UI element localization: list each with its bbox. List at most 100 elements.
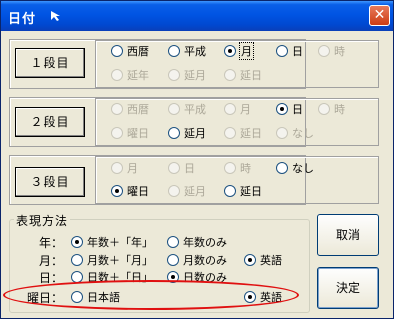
weekday-option-japanese[interactable]: 日本語	[71, 289, 120, 305]
option-label: 年数＋「年」	[87, 236, 153, 249]
year-label: 年：	[39, 236, 64, 250]
radio-icon	[276, 103, 288, 115]
cursor-icon	[51, 11, 60, 21]
radio-icon	[111, 127, 123, 139]
radio-icon	[168, 185, 180, 197]
row-1-label[interactable]: １段目	[15, 48, 85, 78]
year-option-with-suffix[interactable]: 年数＋「年」	[71, 234, 153, 250]
day-option-number-only[interactable]: 日数のみ	[167, 269, 227, 285]
row-3-option-none[interactable]: なし	[276, 160, 314, 176]
radio-icon	[111, 103, 123, 115]
row-2-option-seireki[interactable]: 西暦	[111, 101, 149, 117]
year-option-number-only[interactable]: 年数のみ	[167, 234, 227, 250]
option-label: 月	[127, 162, 138, 175]
radio-icon	[168, 45, 180, 57]
radio-icon	[224, 127, 236, 139]
radio-icon	[71, 291, 83, 303]
option-label: 平成	[184, 45, 206, 58]
row-1-option-en-year[interactable]: 延年	[111, 67, 149, 83]
radio-icon	[224, 185, 236, 197]
radio-icon	[71, 271, 83, 283]
radio-icon	[111, 185, 123, 197]
row-3-option-month[interactable]: 月	[111, 160, 138, 176]
cancel-button[interactable]: 取消	[317, 214, 379, 256]
row-1-option-seireki[interactable]: 西暦	[111, 43, 149, 59]
row-1-option-en-month[interactable]: 延月	[168, 67, 206, 83]
row-2-option-en-day[interactable]: 延日	[224, 125, 262, 141]
row-1-option-month[interactable]: 月	[224, 42, 254, 60]
option-label: なし	[292, 127, 314, 140]
option-label: 英語	[260, 291, 282, 304]
radio-icon	[111, 45, 123, 57]
row-3-option-en-day[interactable]: 延日	[224, 183, 262, 199]
option-label: 月数＋「月」	[87, 254, 153, 267]
row-3-option-en-month[interactable]: 延月	[168, 183, 206, 199]
option-label: 延年	[127, 69, 149, 82]
radio-icon	[318, 103, 330, 115]
option-label: 時	[334, 45, 345, 58]
option-label: 月	[240, 103, 251, 116]
option-label: 曜日	[127, 127, 149, 140]
option-label: 日	[184, 162, 195, 175]
radio-icon	[71, 254, 83, 266]
option-label: 平成	[184, 103, 206, 116]
row-2-option-day[interactable]: 日	[276, 101, 303, 117]
radio-icon	[244, 254, 256, 266]
radio-icon	[224, 45, 236, 57]
row-2-option-hour[interactable]: 時	[318, 101, 345, 117]
weekday-option-english[interactable]: 英語	[244, 289, 282, 305]
day-option-with-suffix[interactable]: 日数＋「日」	[71, 269, 153, 285]
radio-icon	[168, 127, 180, 139]
close-button[interactable]: ✕	[369, 5, 390, 26]
radio-icon	[167, 271, 179, 283]
option-label: 延月	[184, 69, 206, 82]
option-label: 延日	[240, 69, 262, 82]
option-label: 西暦	[127, 103, 149, 116]
option-label: 月	[239, 42, 254, 60]
ok-button[interactable]: 決定	[317, 267, 379, 309]
month-option-with-suffix[interactable]: 月数＋「月」	[71, 252, 153, 268]
radio-icon	[71, 236, 83, 248]
option-label: 日数のみ	[183, 271, 227, 284]
option-label: 月数のみ	[183, 254, 227, 267]
row-3-option-weekday[interactable]: 曜日	[111, 183, 149, 199]
radio-icon	[111, 69, 123, 81]
row-1-option-heisei[interactable]: 平成	[168, 43, 206, 59]
date-dialog: 日付 ✕ １段目 西暦 平成 月 日 時 延年 延月 延日 ２段目 西暦 平成 …	[0, 0, 394, 319]
option-label: 日	[292, 103, 303, 116]
option-label: 時	[240, 162, 251, 175]
row-2-option-none[interactable]: なし	[276, 125, 314, 141]
row-3-option-day[interactable]: 日	[168, 160, 195, 176]
option-label: 延日	[240, 127, 262, 140]
row-3-option-hour[interactable]: 時	[224, 160, 251, 176]
radio-icon	[167, 236, 179, 248]
row-1-option-day[interactable]: 日	[276, 43, 303, 59]
option-label: 年数のみ	[183, 236, 227, 249]
radio-icon	[224, 103, 236, 115]
month-label: 月：	[39, 254, 64, 268]
radio-icon	[224, 69, 236, 81]
weekday-label: 曜日：	[27, 291, 64, 305]
row-1-option-hour[interactable]: 時	[318, 43, 345, 59]
radio-icon	[111, 162, 123, 174]
month-option-number-only[interactable]: 月数のみ	[167, 252, 227, 268]
row-1-option-en-day[interactable]: 延日	[224, 67, 262, 83]
radio-icon	[276, 162, 288, 174]
month-option-english[interactable]: 英語	[244, 252, 282, 268]
row-2-option-en-month[interactable]: 延月	[168, 125, 206, 141]
option-label: 延日	[240, 185, 262, 198]
expression-group-title: 表現方法	[14, 212, 71, 229]
row-2-label[interactable]: ２段目	[15, 107, 85, 137]
radio-icon	[224, 162, 236, 174]
option-label: 日数＋「日」	[87, 271, 153, 284]
radio-icon	[167, 254, 179, 266]
row-2-option-weekday[interactable]: 曜日	[111, 125, 149, 141]
row-2-option-heisei[interactable]: 平成	[168, 101, 206, 117]
radio-icon	[168, 69, 180, 81]
radio-icon	[244, 291, 256, 303]
radio-icon	[318, 45, 330, 57]
row-3-label[interactable]: ３段目	[15, 167, 85, 197]
row-2-option-month[interactable]: 月	[224, 101, 251, 117]
option-label: 西暦	[127, 45, 149, 58]
radio-icon	[276, 127, 288, 139]
